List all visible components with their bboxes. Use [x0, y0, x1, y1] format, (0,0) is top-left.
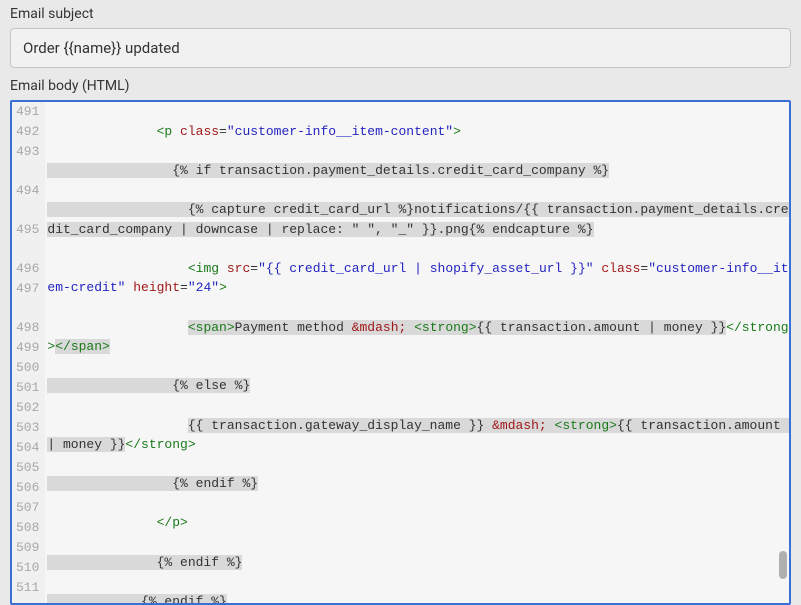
- email-subject-input[interactable]: [10, 28, 791, 68]
- scrollbar-thumb[interactable]: [779, 551, 787, 579]
- email-body-editor[interactable]: 4914924934944954964974984995005015025035…: [10, 100, 791, 605]
- email-subject-label: Email subject: [10, 6, 791, 22]
- code-content[interactable]: <p class="customer-info__item-content"> …: [45, 102, 789, 603]
- line-number-gutter: 4914924934944954964974984995005015025035…: [12, 102, 45, 603]
- editor-scrollbar[interactable]: [777, 104, 787, 601]
- email-body-label: Email body (HTML): [10, 78, 791, 94]
